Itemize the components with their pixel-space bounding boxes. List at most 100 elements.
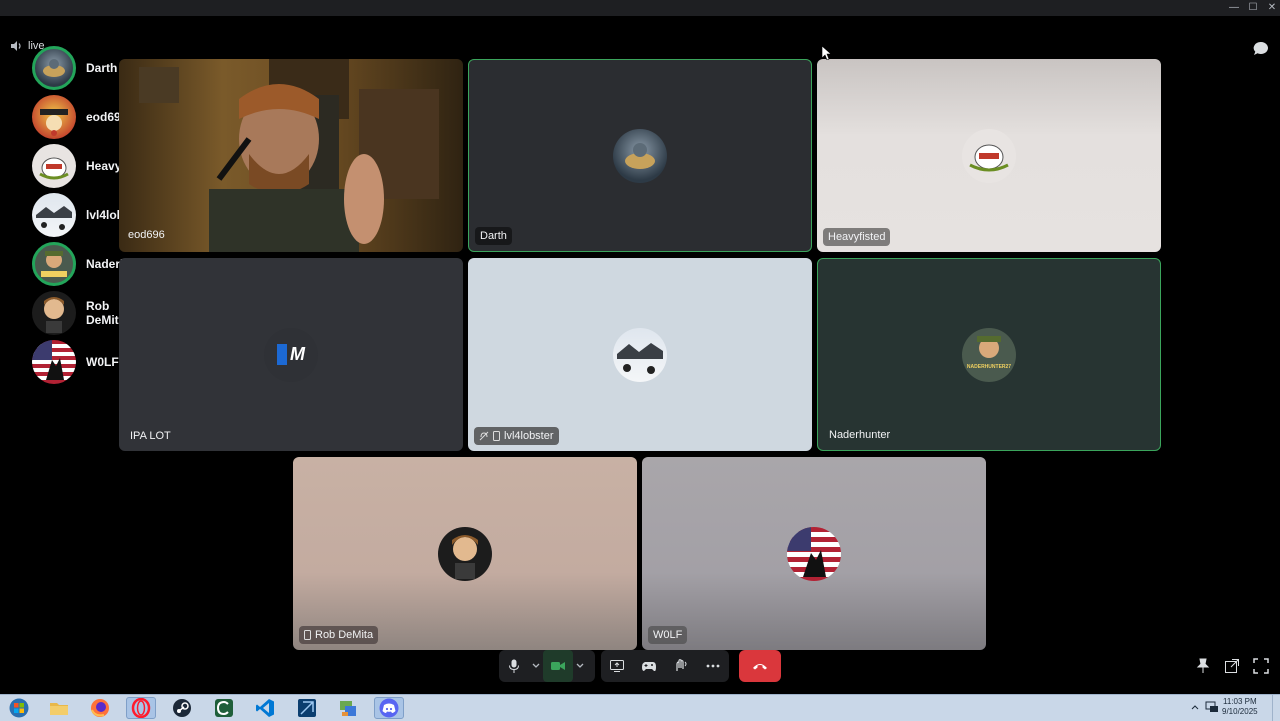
- activities-button[interactable]: [633, 650, 665, 682]
- mic-options-button[interactable]: [529, 650, 543, 682]
- app-c-icon: [215, 699, 233, 717]
- tile-name-text: Naderhunter: [829, 429, 891, 441]
- chat-icon[interactable]: [1252, 40, 1270, 58]
- video-tile-w0lf[interactable]: W0LF: [642, 457, 986, 650]
- fullscreen-icon[interactable]: [1253, 658, 1269, 674]
- os-taskbar: 11:03 PM 9/10/2025: [0, 694, 1280, 721]
- avatar: [32, 242, 76, 286]
- video-tile-ipa-lot[interactable]: M IPA LOT: [119, 258, 463, 451]
- tile-name-text: Rob DeMita: [315, 629, 374, 641]
- screen-share-button[interactable]: [601, 650, 633, 682]
- taskbar-steam[interactable]: [167, 697, 197, 719]
- participant-eod696[interactable]: eod696: [32, 95, 127, 139]
- start-button[interactable]: [4, 697, 34, 719]
- tile-name-text: lvl4lobster: [504, 430, 554, 442]
- avatar: [32, 340, 76, 384]
- taskbar-file-explorer[interactable]: [44, 697, 74, 719]
- taskbar-vscode[interactable]: [250, 697, 280, 719]
- chevron-down-icon: [532, 663, 540, 668]
- tile-name-text: W0LF: [653, 629, 683, 641]
- taskbar-app-c[interactable]: [209, 697, 239, 719]
- avatar: M: [264, 327, 318, 382]
- steam-icon: [173, 699, 191, 717]
- video-tile-rob-demita[interactable]: Rob DeMita: [293, 457, 637, 650]
- clock-date: 9/10/2025: [1222, 707, 1258, 716]
- tray-expand-icon[interactable]: [1191, 704, 1199, 710]
- deafened-icon: [479, 431, 489, 441]
- mute-button[interactable]: [499, 650, 529, 682]
- avatar: [613, 327, 667, 382]
- video-tile-lvl4lobster[interactable]: lvl4lobster: [468, 258, 812, 451]
- gamepad-icon: [642, 662, 656, 671]
- show-desktop-button[interactable]: [1272, 695, 1280, 721]
- tile-name: W0LF: [648, 626, 688, 644]
- participant-name: W0LF: [86, 355, 119, 369]
- screen-share-icon: [610, 660, 624, 672]
- app-tool-icon: [298, 699, 316, 717]
- mobile-icon: [493, 431, 500, 441]
- taskbar-app-network[interactable]: [333, 697, 363, 719]
- taskbar-discord[interactable]: [374, 697, 404, 719]
- camera-button[interactable]: [543, 650, 573, 682]
- window-titlebar: — ☐ ✕: [0, 0, 1280, 16]
- taskbar-firefox[interactable]: [85, 697, 115, 719]
- participant-darth[interactable]: Darth: [32, 46, 117, 90]
- avatar: [32, 46, 76, 90]
- avatar: [32, 95, 76, 139]
- participant-name: Darth: [86, 61, 118, 75]
- tile-name: eod696: [123, 226, 170, 244]
- more-icon: [706, 664, 720, 668]
- participant-rob-demita[interactable]: Rob DeMita: [32, 291, 125, 335]
- taskbar-clock[interactable]: 11:03 PM 9/10/2025: [1222, 697, 1258, 717]
- pop-out-icon[interactable]: [1224, 658, 1240, 674]
- tile-name: Darth: [475, 227, 512, 245]
- maximize-button[interactable]: ☐: [1244, 2, 1262, 14]
- webcam-feed: [139, 59, 439, 252]
- video-tile-naderhunter[interactable]: NADERHUNTER27 Naderhunter: [817, 258, 1161, 451]
- firefox-icon: [91, 699, 109, 717]
- minimize-button[interactable]: —: [1225, 2, 1243, 14]
- mobile-icon: [304, 630, 311, 640]
- bmw-m-logo: M: [277, 344, 305, 365]
- microphone-icon: [509, 659, 519, 673]
- tile-name: lvl4lobster: [474, 427, 559, 445]
- chevron-down-icon: [576, 663, 584, 668]
- windows-start-icon: [9, 698, 29, 718]
- camera-options-button[interactable]: [573, 650, 587, 682]
- avatar-text: NADERHUNTER27: [966, 363, 1012, 370]
- participant-w0lf[interactable]: W0LF: [32, 340, 119, 384]
- taskbar-opera[interactable]: [126, 697, 156, 719]
- pin-icon[interactable]: [1195, 658, 1211, 674]
- video-tile-eod696[interactable]: eod696: [119, 59, 463, 252]
- avatar: [438, 526, 492, 581]
- video-tile-heavyfisted[interactable]: Heavyfisted: [817, 59, 1161, 252]
- video-tile-darth[interactable]: Darth: [468, 59, 812, 252]
- discord-icon: [379, 698, 399, 718]
- tile-name: Rob DeMita: [299, 626, 379, 644]
- tile-name: Heavyfisted: [823, 228, 891, 246]
- vscode-icon: [256, 699, 274, 717]
- clock-time: 11:03 PM: [1222, 697, 1257, 706]
- avatar: [32, 144, 76, 188]
- avatar: [32, 291, 76, 335]
- avatar: [613, 128, 667, 183]
- avatar: [787, 526, 841, 581]
- network-app-icon: [340, 701, 356, 716]
- network-status-icon[interactable]: [1205, 701, 1219, 713]
- avatar: [32, 193, 76, 237]
- tile-name-text: Darth: [480, 230, 507, 242]
- soundboard-icon: [676, 659, 687, 671]
- tile-name: Naderhunter: [824, 426, 895, 444]
- disconnect-button[interactable]: [739, 650, 781, 682]
- close-button[interactable]: ✕: [1263, 2, 1280, 14]
- media-controls: [499, 650, 595, 682]
- folder-icon: [50, 703, 68, 715]
- call-stage: live Darth eod696 Heavyfisted lvl4l: [0, 16, 1280, 694]
- taskbar-app-tool[interactable]: [292, 697, 322, 719]
- soundboard-button[interactable]: [665, 650, 697, 682]
- hang-up-icon: [753, 664, 767, 670]
- camera-icon: [551, 662, 565, 670]
- activity-controls: [601, 650, 729, 682]
- tile-name-text: Heavyfisted: [828, 231, 886, 243]
- more-options-button[interactable]: [697, 650, 729, 682]
